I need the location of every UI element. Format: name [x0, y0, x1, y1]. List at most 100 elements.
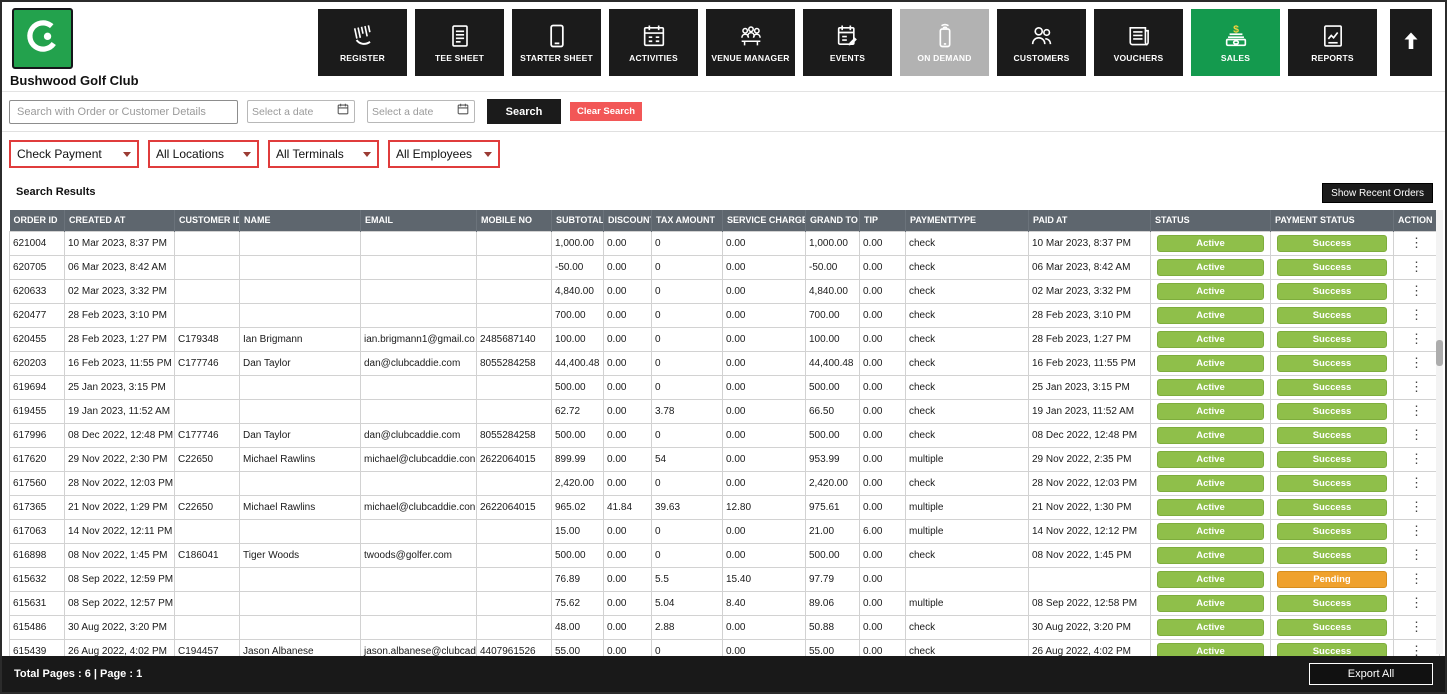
date-from-field[interactable]: Select a date: [247, 100, 355, 123]
row-action-menu-icon[interactable]: ⋮: [1410, 523, 1423, 538]
venue-manager-icon: [737, 22, 765, 50]
scroll-top-button[interactable]: [1390, 9, 1432, 76]
cell-tax-amount: 0: [651, 470, 723, 496]
cell-name: [239, 230, 361, 256]
cell-tip: 0.00: [859, 566, 906, 592]
nav-label: ON DEMAND: [917, 53, 972, 63]
row-action-menu-icon[interactable]: ⋮: [1410, 451, 1423, 466]
row-action-menu-icon[interactable]: ⋮: [1410, 259, 1423, 274]
terminal-dropdown[interactable]: All Terminals: [268, 140, 379, 168]
scrollbar-thumb[interactable]: [1436, 340, 1443, 366]
nav-on-demand-button: ON DEMAND: [900, 9, 989, 76]
club-logo[interactable]: [12, 8, 73, 69]
cell-subtotal: 76.89: [551, 566, 604, 592]
status-badge: Active: [1157, 618, 1264, 636]
cell-order-id: 616898: [9, 542, 65, 568]
employee-dropdown[interactable]: All Employees: [388, 140, 500, 168]
row-action-menu-icon[interactable]: ⋮: [1410, 475, 1423, 490]
date-to-placeholder: Select a date: [372, 105, 434, 118]
cell-discount: 0.00: [603, 254, 652, 280]
cell-email: [360, 614, 477, 640]
cell-payment-status: Success: [1270, 230, 1394, 256]
nav-customers-button[interactable]: CUSTOMERS: [997, 9, 1086, 76]
cell-email: [360, 590, 477, 616]
payment-type-dropdown[interactable]: Check Payment: [9, 140, 139, 168]
nav-activities-button[interactable]: ACTIVITIES: [609, 9, 698, 76]
cell-tip: 0.00: [859, 422, 906, 448]
row-action-menu-icon[interactable]: ⋮: [1410, 355, 1423, 370]
cell-grand-total: 500.00: [805, 542, 860, 568]
cell-grand-total: 4,840.00: [805, 278, 860, 304]
clear-search-button[interactable]: Clear Search: [570, 102, 643, 121]
starter-sheet-icon: [543, 22, 571, 50]
nav-events-button[interactable]: EVENTS: [803, 9, 892, 76]
cell-order-id: 619694: [9, 374, 65, 400]
cell-payment-type: multiple: [905, 590, 1029, 616]
location-dropdown[interactable]: All Locations: [148, 140, 259, 168]
nav-vouchers-button[interactable]: VOUCHERS: [1094, 9, 1183, 76]
nav-sales-button[interactable]: $ SALES: [1191, 9, 1280, 76]
cell-mobile-no: [476, 230, 552, 256]
cell-grand-total: 89.06: [805, 590, 860, 616]
cell-name: [239, 518, 361, 544]
cell-discount: 0.00: [603, 326, 652, 352]
payment-status-badge: Success: [1277, 546, 1387, 564]
row-action-menu-icon[interactable]: ⋮: [1410, 307, 1423, 322]
cell-customer-id: [174, 254, 240, 280]
cell-mobile-no: [476, 302, 552, 328]
terminal-value: All Terminals: [276, 147, 344, 161]
row-action-menu-icon[interactable]: ⋮: [1410, 283, 1423, 298]
cell-paid-at: 10 Mar 2023, 8:37 PM: [1028, 230, 1151, 256]
row-action-menu-icon[interactable]: ⋮: [1410, 499, 1423, 514]
table-row: 615486 30 Aug 2022, 3:20 PM 48.00 0.00 2.88 0…: [9, 614, 1440, 640]
search-toolbar: Select a date Select a date Search Clear…: [2, 92, 1445, 132]
cell-subtotal: 500.00: [551, 374, 604, 400]
cell-order-id: 620203: [9, 350, 65, 376]
cell-grand-total: -50.00: [805, 254, 860, 280]
row-action-menu-icon[interactable]: ⋮: [1410, 547, 1423, 562]
row-action-menu-icon[interactable]: ⋮: [1410, 403, 1423, 418]
cell-payment-status: Success: [1270, 398, 1394, 424]
column-header: PAYMENT STATUS: [1270, 210, 1394, 231]
nav-reports-button[interactable]: REPORTS: [1288, 9, 1377, 76]
nav-starter-sheet-button[interactable]: STARTER SHEET: [512, 9, 601, 76]
nav-tee-sheet-button[interactable]: TEE SHEET: [415, 9, 504, 76]
row-action-menu-icon[interactable]: ⋮: [1410, 619, 1423, 634]
row-action-menu-icon[interactable]: ⋮: [1410, 427, 1423, 442]
row-action-menu-icon[interactable]: ⋮: [1410, 595, 1423, 610]
cell-created-at: 21 Nov 2022, 1:29 PM: [64, 494, 175, 520]
table-row: 621004 10 Mar 2023, 8:37 PM 1,000.00 0.00 0 0…: [9, 230, 1440, 256]
cell-tip: 0.00: [859, 350, 906, 376]
cell-status: Active: [1150, 590, 1271, 616]
cell-email: [360, 254, 477, 280]
vertical-scrollbar[interactable]: [1436, 210, 1443, 654]
nav-venue-manager-button[interactable]: VENUE MANAGER: [706, 9, 795, 76]
cell-created-at: 28 Nov 2022, 12:03 PM: [64, 470, 175, 496]
cell-paid-at: 29 Nov 2022, 2:35 PM: [1028, 446, 1151, 472]
cell-payment-status: Success: [1270, 278, 1394, 304]
row-action-menu-icon[interactable]: ⋮: [1410, 331, 1423, 346]
column-header: PAYMENTTYPE: [905, 210, 1029, 231]
cell-created-at: 30 Aug 2022, 3:20 PM: [64, 614, 175, 640]
cell-discount: 0.00: [603, 374, 652, 400]
cell-email: ian.brigmann1@gmail.co: [360, 326, 477, 352]
export-all-button[interactable]: Export All: [1309, 663, 1433, 685]
cell-payment-type: check: [905, 302, 1029, 328]
date-to-field[interactable]: Select a date: [367, 100, 475, 123]
cell-payment-type: check: [905, 470, 1029, 496]
nav-register-button[interactable]: REGISTER: [318, 9, 407, 76]
cell-action: ⋮: [1393, 326, 1440, 352]
row-action-menu-icon[interactable]: ⋮: [1410, 571, 1423, 586]
row-action-menu-icon[interactable]: ⋮: [1410, 379, 1423, 394]
row-action-menu-icon[interactable]: ⋮: [1410, 235, 1423, 250]
cell-service-charge: 12.80: [722, 494, 806, 520]
cell-grand-total: 500.00: [805, 374, 860, 400]
app-window: Bushwood Golf Club REGISTER TEE SHEET ST…: [0, 0, 1447, 694]
search-button[interactable]: Search: [487, 99, 561, 124]
cell-grand-total: 500.00: [805, 422, 860, 448]
show-recent-orders-button[interactable]: Show Recent Orders: [1322, 183, 1433, 203]
cell-created-at: 16 Feb 2023, 11:55 PM: [64, 350, 175, 376]
cell-paid-at: 30 Aug 2022, 3:20 PM: [1028, 614, 1151, 640]
cell-tax-amount: 0: [651, 374, 723, 400]
order-search-input[interactable]: [9, 99, 238, 124]
